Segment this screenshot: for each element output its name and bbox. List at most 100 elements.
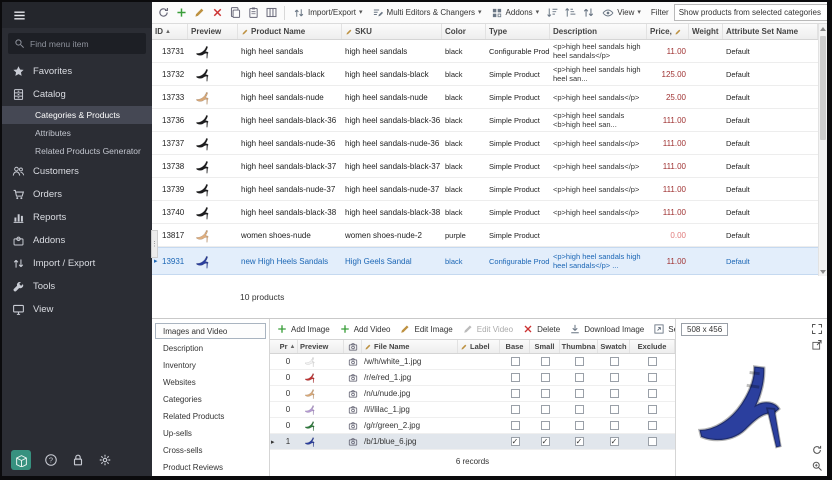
sidebar-item-related-products-generator[interactable]: Related Products Generator <box>2 142 152 160</box>
column-header-type[interactable]: Type <box>486 24 550 39</box>
thumb-checkbox[interactable] <box>575 373 584 382</box>
sidebar-item-categories-products[interactable]: Categories & Products <box>2 106 152 124</box>
tab-description[interactable]: Description <box>155 340 266 356</box>
column-header-price[interactable]: Price, <box>647 24 689 39</box>
delete-button[interactable]: Delete <box>522 323 560 335</box>
small-checkbox[interactable] <box>541 389 550 398</box>
swatch-checkbox[interactable] <box>610 373 619 382</box>
download-image-button[interactable]: Download Image <box>569 323 644 335</box>
tab-categories[interactable]: Categories <box>155 391 266 407</box>
exclude-checkbox[interactable] <box>648 389 657 398</box>
column-header-color[interactable]: Color <box>442 24 486 39</box>
swatch-checkbox[interactable] <box>610 421 619 430</box>
column-header-image-preview[interactable]: Preview <box>298 340 344 353</box>
small-checkbox[interactable]: ✓ <box>541 437 550 446</box>
column-header-label[interactable]: Label <box>458 340 500 353</box>
delete-product-button[interactable] <box>210 5 225 20</box>
thumb-checkbox[interactable] <box>575 357 584 366</box>
product-row[interactable]: 13737high heel sandals-nude-36high heel … <box>152 132 818 155</box>
help-icon[interactable]: ? <box>44 453 58 467</box>
sidebar-item-addons[interactable]: Addons <box>2 229 152 252</box>
tab-websites[interactable]: Websites <box>155 374 266 390</box>
small-checkbox[interactable] <box>541 405 550 414</box>
sidebar-item-tools[interactable]: Tools <box>2 275 152 298</box>
image-row[interactable]: 0/l/i/lilac_1.jpg <box>270 402 675 418</box>
settings-icon[interactable] <box>98 453 112 467</box>
sort-descending-icon[interactable] <box>564 6 577 19</box>
scroll-down-arrow[interactable] <box>819 267 827 276</box>
column-header-position[interactable]: Pr▲ <box>278 340 298 353</box>
column-header-product-name[interactable]: Product Name <box>238 24 342 39</box>
scroll-up-arrow[interactable] <box>819 24 827 33</box>
store-connection-button[interactable] <box>11 450 31 470</box>
base-checkbox[interactable] <box>511 357 520 366</box>
image-row[interactable]: ▸1/b/1/blue_6.jpg✓✓✓✓ <box>270 434 675 450</box>
edit-product-button[interactable] <box>192 5 207 20</box>
swatch-checkbox[interactable] <box>610 405 619 414</box>
scrollbar-thumb[interactable] <box>820 36 826 140</box>
swatch-checkbox[interactable] <box>610 357 619 366</box>
tab-inventory[interactable]: Inventory <box>155 357 266 373</box>
zoom-image-icon[interactable] <box>811 460 823 472</box>
column-header-swatch[interactable]: Swatch <box>598 340 630 353</box>
grid-scrollbar[interactable] <box>818 24 827 276</box>
product-row[interactable]: 13740high heel sandals-black-38high heel… <box>152 201 818 224</box>
columns-button[interactable] <box>264 5 279 20</box>
thumb-checkbox[interactable] <box>575 389 584 398</box>
image-row[interactable]: 0/g/r/green_2.jpg <box>270 418 675 434</box>
column-header-camera[interactable] <box>344 340 362 353</box>
thumb-checkbox[interactable] <box>575 421 584 430</box>
sort-ascending-icon[interactable] <box>546 6 559 19</box>
sidebar-item-attributes[interactable]: Attributes <box>2 124 152 142</box>
sidebar-item-view[interactable]: View <box>2 298 152 321</box>
import-export-menu[interactable]: Import/Export ▾ <box>290 4 366 22</box>
lock-icon[interactable] <box>71 453 85 467</box>
add-image-button[interactable]: Add Image <box>276 323 330 335</box>
product-row[interactable]: 13817women shoes-nudewomen shoes-nude-2p… <box>152 224 818 247</box>
menu-search-input[interactable] <box>30 39 140 49</box>
add-product-button[interactable] <box>174 5 189 20</box>
column-header-attribute-set[interactable]: Attribute Set Name <box>723 24 818 39</box>
base-checkbox[interactable]: ✓ <box>511 437 520 446</box>
column-header-sku[interactable]: SKU <box>342 24 442 39</box>
sidebar-item-customers[interactable]: Customers <box>2 160 152 183</box>
base-checkbox[interactable] <box>511 405 520 414</box>
fullscreen-icon[interactable] <box>811 323 823 335</box>
exclude-checkbox[interactable] <box>648 421 657 430</box>
swatch-checkbox[interactable] <box>610 389 619 398</box>
product-row[interactable]: ▸13931new High Heels SandalsHigh Geels S… <box>152 247 818 275</box>
addons-menu[interactable]: Addons ▾ <box>488 4 543 22</box>
hamburger-menu-icon[interactable] <box>12 8 27 23</box>
column-header-exclude[interactable]: Exclude <box>630 340 675 353</box>
sidebar-item-favorites[interactable]: Favorites <box>2 60 152 83</box>
sidebar-item-catalog[interactable]: Catalog <box>2 83 152 106</box>
column-header-weight[interactable]: Weight <box>689 24 723 39</box>
exclude-checkbox[interactable] <box>648 357 657 366</box>
rotate-image-icon[interactable] <box>811 444 823 456</box>
sidebar-item-orders[interactable]: Orders <box>2 183 152 206</box>
tab-related-products[interactable]: Related Products <box>155 408 266 424</box>
reorder-icon[interactable] <box>582 6 595 19</box>
tab-up-sells[interactable]: Up-sells <box>155 425 266 441</box>
multi-editors-menu[interactable]: Multi Editors & Changers ▾ <box>369 4 485 22</box>
copy-button[interactable] <box>228 5 243 20</box>
tab-product-reviews[interactable]: Product Reviews <box>155 459 266 475</box>
thumb-checkbox[interactable]: ✓ <box>575 437 584 446</box>
column-header-preview[interactable]: Preview <box>188 24 238 39</box>
refresh-button[interactable] <box>156 5 171 20</box>
add-video-button[interactable]: Add Video <box>339 323 391 335</box>
base-checkbox[interactable] <box>511 389 520 398</box>
product-row[interactable]: 13733high heel sandals-nudehigh heel san… <box>152 86 818 109</box>
open-external-icon[interactable] <box>811 339 823 351</box>
tab-cross-sells[interactable]: Cross-sells <box>155 442 266 458</box>
view-menu[interactable]: View ▾ <box>599 4 644 22</box>
image-row[interactable]: 0/w/h/white_1.jpg <box>270 354 675 370</box>
product-row[interactable]: 13738high heel sandals-black-37high heel… <box>152 155 818 178</box>
small-checkbox[interactable] <box>541 373 550 382</box>
edit-image-button[interactable]: Edit Image <box>399 323 452 335</box>
product-row[interactable]: 13732high heel sandals-blackhigh heel sa… <box>152 63 818 86</box>
column-header-small[interactable]: Small <box>530 340 560 353</box>
exclude-checkbox[interactable] <box>648 437 657 446</box>
image-row[interactable]: 0/n/u/nude.jpg <box>270 386 675 402</box>
base-checkbox[interactable] <box>511 373 520 382</box>
